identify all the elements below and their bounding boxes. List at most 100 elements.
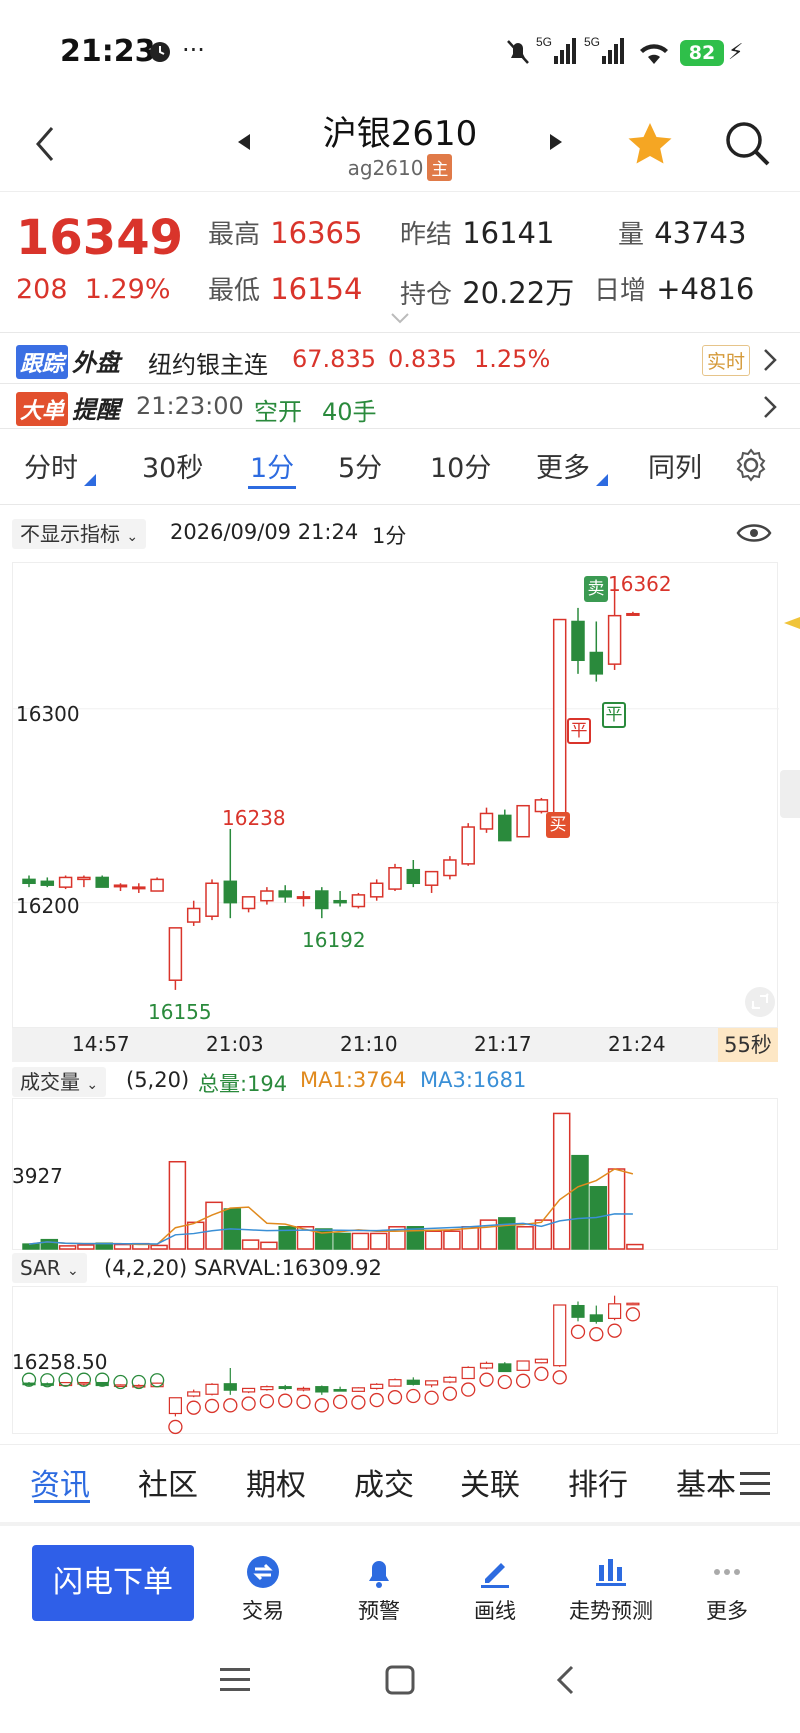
candle [241, 896, 256, 910]
volume-bar [552, 1112, 571, 1250]
buy-marker: 买 [546, 812, 570, 838]
sar-label: SAR [20, 1256, 61, 1280]
sar-candle [571, 1304, 585, 1318]
sar-dot [625, 1307, 641, 1322]
next-contract-icon[interactable] [548, 132, 564, 152]
candle [40, 880, 55, 886]
volume-select[interactable]: 成交量 ⌄ [12, 1067, 107, 1097]
search-icon[interactable] [722, 118, 772, 168]
sar-candle [278, 1386, 292, 1390]
more-button[interactable]: 更多 [672, 1555, 782, 1625]
tab-fundamentals[interactable]: 基本 [676, 1460, 736, 1504]
chart-datetime: 2026/09/09 21:24 [170, 520, 359, 544]
tab-10min[interactable]: 10分 [430, 446, 491, 485]
candle [296, 896, 311, 900]
side-drawer-handle[interactable] [780, 770, 800, 818]
more-dots-icon [714, 1569, 740, 1575]
main-contract-badge: 主 [427, 154, 453, 181]
chevron-right-icon [764, 349, 777, 371]
tab-more[interactable]: 更多 [536, 446, 590, 485]
sar-indicator-dropdown[interactable]: SAR ⌄ [12, 1253, 87, 1283]
candle [461, 826, 475, 865]
recent-apps-icon[interactable] [220, 1666, 250, 1694]
prev-label: 昨结 [400, 220, 453, 250]
draw-line-button[interactable]: 画线 [440, 1555, 550, 1625]
volume-indicator-dropdown[interactable]: 成交量 ⌄ [12, 1066, 107, 1097]
sar-candle [205, 1383, 219, 1395]
menu-icon[interactable] [740, 1470, 770, 1496]
sar-select[interactable]: SAR ⌄ [12, 1253, 87, 1283]
star-icon[interactable] [626, 120, 674, 168]
candle [479, 812, 494, 830]
tab-news[interactable]: 资讯 [30, 1460, 90, 1504]
tab-community[interactable]: 社区 [138, 1460, 198, 1504]
overseas-price: 67.835 [292, 345, 376, 373]
expand-chevron-icon[interactable] [390, 312, 410, 324]
svg-text:5G: 5G [584, 35, 600, 49]
tab-options[interactable]: 期权 [246, 1460, 306, 1504]
volume-bar [260, 1241, 278, 1250]
sar-dot [204, 1398, 220, 1414]
candle [58, 876, 73, 888]
sar-candle [461, 1366, 475, 1380]
trend-forecast-button[interactable]: 走势预测 [556, 1555, 666, 1625]
dropdown-corner-icon [596, 474, 608, 486]
open-interest-stat: 持仓 20.22万 [400, 270, 574, 312]
indicator-dropdown[interactable]: 不显示指标 ⌄ [12, 518, 147, 549]
settings-gear-icon[interactable] [734, 448, 768, 482]
tab-timeshare[interactable]: 分时 [24, 446, 78, 485]
eye-icon[interactable] [736, 520, 772, 546]
candle [571, 620, 585, 662]
daily-increase-stat: 日增 +4816 [594, 270, 754, 307]
volume-bar [461, 1226, 479, 1250]
alert-button[interactable]: 预警 [324, 1555, 434, 1625]
overseas-track-row[interactable]: 跟踪 外盘 纽约银主连 67.835 0.835 1.25% 实时 [0, 337, 800, 383]
trend-forecast-label: 走势预测 [569, 1599, 653, 1623]
sar-candle [370, 1383, 384, 1390]
volume-bar [22, 1243, 40, 1250]
high-value: 16365 [270, 216, 363, 250]
fullscreen-icon[interactable] [744, 986, 776, 1018]
candle [113, 884, 128, 888]
trade-button[interactable]: 交易 [208, 1555, 318, 1625]
tab-related[interactable]: 关联 [460, 1460, 520, 1504]
volume-bar [40, 1238, 59, 1250]
sar-y-label: 16258.50 [12, 1350, 108, 1374]
sar-dot [552, 1370, 567, 1385]
flash-order-button[interactable]: 闪电下单 [32, 1545, 194, 1621]
candlestick-chart[interactable] [12, 562, 779, 1028]
divider [0, 504, 800, 505]
big-order-alert-row[interactable]: 大单 提醒 21:23:00 空开 40手 [0, 384, 800, 430]
overseas-pct: 1.25% [474, 345, 551, 373]
sar-candle [351, 1387, 365, 1392]
tab-5min[interactable]: 5分 [338, 446, 382, 485]
candle [22, 878, 36, 885]
peak-annotation: 16238 [222, 806, 286, 830]
tab-same-column[interactable]: 同列 [648, 446, 702, 485]
tab-1min[interactable]: 1分 [250, 446, 294, 485]
signal-5g-icon: 5G [584, 35, 624, 64]
volume-svg [22, 1112, 644, 1250]
sar-dot [497, 1374, 512, 1390]
signal-5g-icon: 5G [536, 35, 576, 64]
sar-dot [515, 1373, 531, 1388]
track-tag: 跟踪 [16, 345, 69, 379]
sar-candle [589, 1314, 603, 1322]
indicator-label: 不显示指标 [20, 522, 120, 546]
sar-dot [186, 1400, 201, 1415]
tab-trades[interactable]: 成交 [354, 1460, 414, 1504]
home-icon[interactable] [384, 1664, 416, 1696]
sar-chart[interactable] [12, 1286, 778, 1435]
tab-30s[interactable]: 30秒 [142, 446, 203, 485]
status-time: 21:23 [60, 34, 156, 69]
back-nav-icon[interactable] [554, 1664, 576, 1696]
chevron-down-icon: ⌄ [67, 1263, 79, 1279]
tab-ranking[interactable]: 排行 [568, 1460, 628, 1504]
x-axis-label: 21:24 [608, 1032, 666, 1056]
volume-chart[interactable] [12, 1098, 778, 1250]
volume-label: 成交量 [20, 1070, 80, 1094]
candle [333, 899, 347, 904]
sar-candle [626, 1302, 640, 1306]
indicator-select[interactable]: 不显示指标 ⌄ [12, 519, 147, 549]
sar-candle [388, 1379, 402, 1387]
